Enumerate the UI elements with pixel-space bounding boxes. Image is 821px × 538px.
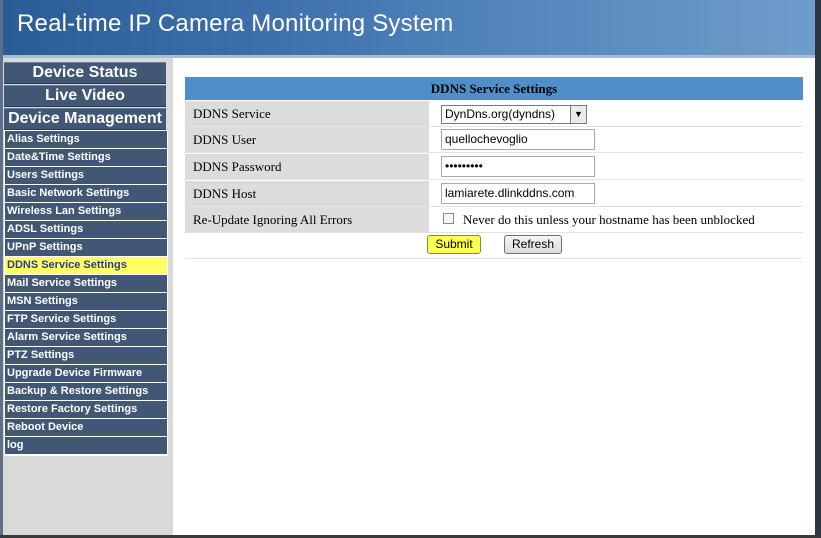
menu-backup-restore-settings[interactable]: Backup & Restore Settings	[5, 383, 167, 400]
menu-basic-network-settings[interactable]: Basic Network Settings	[5, 185, 167, 202]
form-actions: Submit Refresh	[185, 232, 803, 259]
ddns-host-input[interactable]: lamiarete.dlinkddns.com	[441, 183, 595, 204]
menu-msn-settings[interactable]: MSN Settings	[5, 293, 167, 310]
ddns-service-row: DDNS Service DynDns.org(dyndns) ▼	[185, 101, 803, 127]
chevron-down-icon[interactable]: ▼	[570, 106, 586, 123]
menu-upnp-settings[interactable]: UPnP Settings	[5, 239, 167, 256]
menu-log[interactable]: log	[5, 437, 167, 454]
menu-users-settings[interactable]: Users Settings	[5, 167, 167, 184]
reupdate-label: Re-Update Ignoring All Errors	[185, 207, 429, 232]
ddns-password-row: DDNS Password •••••••••	[185, 154, 803, 180]
menu-reboot-device[interactable]: Reboot Device	[5, 419, 167, 436]
menu-upgrade-firmware[interactable]: Upgrade Device Firmware	[5, 365, 167, 382]
nav-live-video[interactable]: Live Video	[4, 85, 166, 107]
menu-restore-factory-settings[interactable]: Restore Factory Settings	[5, 401, 167, 418]
reupdate-row: Re-Update Ignoring All Errors Never do t…	[185, 207, 803, 233]
menu-ftp-service-settings[interactable]: FTP Service Settings	[5, 311, 167, 328]
page-title: Real-time IP Camera Monitoring System	[17, 10, 454, 37]
ddns-service-selected-value: DynDns.org(dyndns)	[445, 107, 556, 121]
menu-datetime-settings[interactable]: Date&Time Settings	[5, 149, 167, 166]
menu-alias-settings[interactable]: Alias Settings	[5, 131, 167, 148]
ddns-service-label: DDNS Service	[185, 101, 429, 126]
ddns-user-row: DDNS User quellochevoglio	[185, 127, 803, 153]
window-frame-right	[815, 0, 821, 538]
form-title: DDNS Service Settings	[185, 77, 803, 100]
submit-button[interactable]: Submit	[427, 235, 481, 254]
menu-wireless-lan-settings[interactable]: Wireless Lan Settings	[5, 203, 167, 220]
menu-adsl-settings[interactable]: ADSL Settings	[5, 221, 167, 238]
ddns-user-label: DDNS User	[185, 127, 429, 152]
page-header: Real-time IP Camera Monitoring System	[3, 0, 815, 55]
settings-menu: Alias Settings Date&Time Settings Users …	[4, 130, 168, 456]
main-content: DDNS Service Settings DDNS Service DynDn…	[173, 58, 815, 535]
ddns-user-input[interactable]: quellochevoglio	[441, 129, 595, 150]
reupdate-note: Never do this unless your hostname has b…	[463, 212, 755, 227]
ddns-host-label: DDNS Host	[185, 181, 429, 206]
nav-device-management[interactable]: Device Management	[4, 108, 166, 130]
menu-ptz-settings[interactable]: PTZ Settings	[5, 347, 167, 364]
menu-alarm-service-settings[interactable]: Alarm Service Settings	[5, 329, 167, 346]
menu-mail-service-settings[interactable]: Mail Service Settings	[5, 275, 167, 292]
ddns-password-input[interactable]: •••••••••	[441, 156, 595, 177]
refresh-button[interactable]: Refresh	[504, 235, 562, 254]
top-nav: Device Status Live Video Device Manageme…	[4, 62, 166, 131]
nav-device-status[interactable]: Device Status	[4, 62, 166, 84]
reupdate-checkbox[interactable]	[443, 213, 454, 224]
ddns-password-label: DDNS Password	[185, 154, 429, 179]
ddns-host-row: DDNS Host lamiarete.dlinkddns.com	[185, 181, 803, 207]
sidebar: Device Status Live Video Device Manageme…	[3, 58, 173, 535]
ddns-service-select[interactable]: DynDns.org(dyndns) ▼	[441, 105, 587, 124]
menu-ddns-service-settings[interactable]: DDNS Service Settings	[5, 257, 167, 274]
